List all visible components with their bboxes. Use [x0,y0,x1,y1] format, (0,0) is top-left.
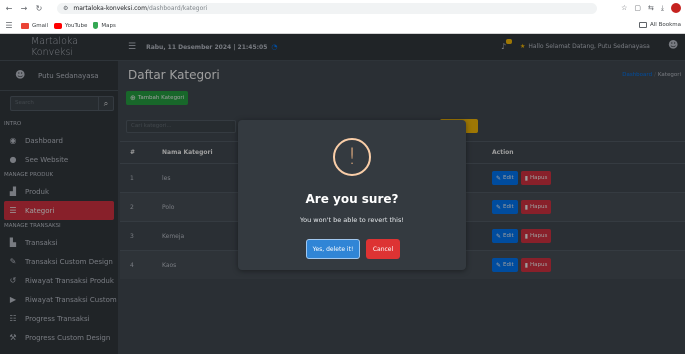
all-bookmarks[interactable]: All Bookma [639,22,681,28]
reload-icon[interactable]: ↻ [33,3,45,15]
folder-icon [639,22,648,28]
browser-actions: ☆ ▢ ⇆ ⤓ [621,3,681,13]
bookmark-maps[interactable]: Maps [93,22,116,29]
profile-avatar-icon[interactable] [671,3,681,13]
site-info-icon[interactable]: ⚙ [63,5,68,12]
bookmarks-bar: ☰ Gmail YouTube Maps All Bookma [0,17,685,34]
gmail-icon [21,22,29,29]
confirm-delete-button[interactable]: Yes, delete it! [306,239,360,259]
forward-icon[interactable]: → [18,3,30,15]
cancel-button[interactable]: Cancel [366,239,400,259]
youtube-icon [54,22,63,29]
bookmark-gmail[interactable]: Gmail [21,22,48,29]
translate-icon[interactable]: ⇆ [648,4,654,12]
dialog-message: You won't be able to revert this! [300,216,404,224]
browser-chrome: ← → ↻ ⚙ martaloka-konveksi.com /dashboar… [0,0,685,34]
address-row: ← → ↻ ⚙ martaloka-konveksi.com /dashboar… [0,0,685,17]
back-icon[interactable]: ← [3,3,15,15]
url-host: martaloka-konveksi.com [73,5,147,12]
extensions-icon[interactable]: ▢ [634,4,641,12]
warning-icon: ! [333,138,371,176]
apps-menu-icon[interactable]: ☰ [3,20,15,32]
bookmark-star-icon[interactable]: ☆ [621,4,627,12]
address-bar[interactable]: ⚙ martaloka-konveksi.com /dashboard/kate… [57,3,597,14]
dialog-title: Are you sure? [305,192,399,206]
url-path: /dashboard/kategori [146,5,208,12]
confirm-delete-dialog: ! Are you sure? You won't be able to rev… [238,120,466,270]
maps-icon [93,22,99,29]
download-icon[interactable]: ⤓ [661,4,664,13]
bookmark-youtube[interactable]: YouTube [54,22,87,29]
